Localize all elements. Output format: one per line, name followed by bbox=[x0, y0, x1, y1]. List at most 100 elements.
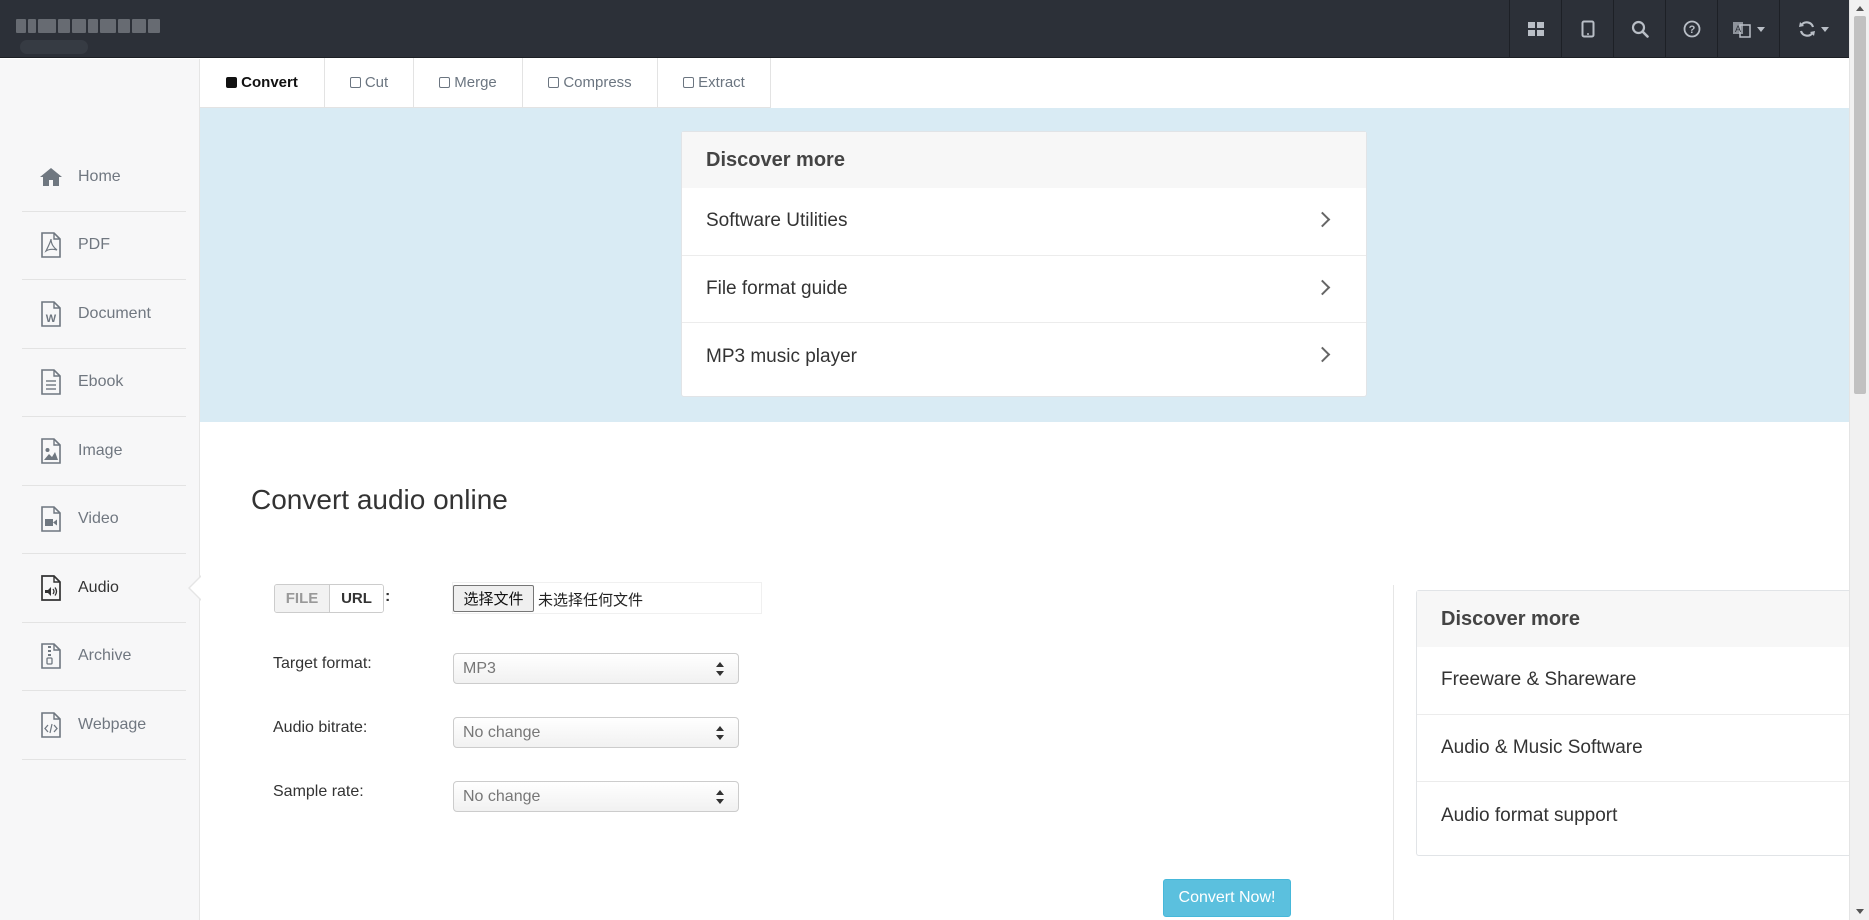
sidebar-item-ebook[interactable]: Ebook bbox=[22, 349, 186, 417]
sidebar-item-label: Video bbox=[78, 510, 119, 528]
select-arrows-icon bbox=[716, 662, 724, 676]
convert-now-button[interactable]: Convert Now! bbox=[1163, 879, 1291, 917]
video-file-icon bbox=[38, 506, 64, 533]
logo-shadow bbox=[20, 40, 88, 54]
sidebar-item-label: PDF bbox=[78, 236, 110, 254]
scroll-down-arrow-icon[interactable] bbox=[1856, 909, 1864, 914]
discover-link[interactable]: Freeware & Shareware bbox=[1417, 647, 1856, 715]
discover-link[interactable]: Audio format support bbox=[1417, 782, 1856, 850]
help-icon[interactable]: ? bbox=[1665, 0, 1717, 58]
svg-text:A: A bbox=[1735, 24, 1741, 34]
svg-text:W: W bbox=[46, 313, 57, 325]
sidebar-item-label: Ebook bbox=[78, 373, 124, 391]
select-value: No change bbox=[463, 723, 541, 741]
tab-convert[interactable]: Convert bbox=[200, 58, 325, 107]
audio-bitrate-label: Audio bitrate: bbox=[273, 719, 368, 736]
tablet-icon[interactable] bbox=[1561, 0, 1613, 58]
select-arrows-icon bbox=[716, 790, 724, 804]
discover-heading: Discover more bbox=[1417, 591, 1856, 647]
scroll-thumb[interactable] bbox=[1854, 16, 1866, 394]
ebook-file-icon bbox=[38, 369, 64, 396]
sidebar-item-audio[interactable]: Audio bbox=[22, 554, 202, 623]
sidebar-item-label: Archive bbox=[78, 647, 132, 665]
language-icon[interactable]: A bbox=[1717, 0, 1779, 58]
audio-bitrate-select[interactable]: No change bbox=[453, 717, 739, 748]
checkbox-icon bbox=[683, 77, 695, 88]
sidebar-item-video[interactable]: Video bbox=[22, 486, 186, 554]
discover-link[interactable]: MP3 music player bbox=[682, 323, 1366, 391]
column-divider bbox=[1393, 585, 1394, 920]
checkbox-icon bbox=[349, 77, 361, 88]
sample-rate-select[interactable]: No change bbox=[453, 781, 739, 812]
sidebar-item-image[interactable]: Image bbox=[22, 417, 186, 486]
chevron-right-icon bbox=[1314, 211, 1331, 228]
discover-link-label: Freeware & Shareware bbox=[1441, 669, 1637, 691]
discover-heading: Discover more bbox=[682, 132, 1366, 188]
archive-file-icon bbox=[38, 643, 64, 670]
home-icon bbox=[38, 164, 64, 190]
discover-link[interactable]: Software Utilities bbox=[682, 188, 1366, 256]
tab-cut[interactable]: Cut bbox=[325, 58, 414, 107]
pdf-file-icon bbox=[38, 232, 64, 259]
tool-tabs: Convert Cut Merge Compress Extract bbox=[200, 58, 771, 108]
sidebar-item-label: Image bbox=[78, 441, 123, 459]
select-arrows-icon bbox=[716, 726, 724, 740]
sidebar-item-label: Webpage bbox=[78, 715, 147, 733]
sidebar-item-home[interactable]: Home bbox=[22, 143, 186, 212]
site-logo[interactable] bbox=[16, 19, 176, 39]
page-scrollbar[interactable] bbox=[1849, 0, 1869, 920]
discover-link-label: Audio format support bbox=[1441, 804, 1618, 826]
top-navbar: ? A bbox=[0, 0, 1869, 58]
tab-label: Extract bbox=[698, 74, 745, 91]
tab-label: Merge bbox=[454, 74, 497, 91]
sidebar-item-label: Document bbox=[78, 304, 151, 322]
sidebar-item-label: Home bbox=[78, 167, 121, 185]
target-format-select[interactable]: MP3 bbox=[453, 653, 739, 684]
discover-link-label: Software Utilities bbox=[706, 210, 848, 232]
target-format-label: Target format: bbox=[273, 655, 372, 672]
sample-rate-label: Sample rate: bbox=[273, 783, 364, 800]
source-colon: : bbox=[385, 588, 391, 605]
tab-compress[interactable]: Compress bbox=[523, 58, 658, 107]
discover-link-label: MP3 music player bbox=[706, 345, 857, 367]
checkbox-icon bbox=[226, 77, 238, 88]
grid-icon[interactable] bbox=[1509, 0, 1561, 58]
image-file-icon bbox=[38, 437, 64, 464]
sidebar-item-document[interactable]: W Document bbox=[22, 280, 186, 349]
active-indicator bbox=[190, 576, 202, 600]
sidebar-item-webpage[interactable]: Webpage bbox=[22, 691, 186, 760]
discover-link[interactable]: Audio & Music Software bbox=[1417, 715, 1856, 782]
word-file-icon: W bbox=[38, 300, 64, 327]
source-toggle: FILE URL bbox=[274, 584, 384, 613]
sidebar: Home PDF W Document Ebook Image Video Au… bbox=[0, 59, 202, 920]
sidebar-item-pdf[interactable]: PDF bbox=[22, 212, 186, 280]
select-value: MP3 bbox=[463, 659, 496, 677]
tab-label: Cut bbox=[364, 74, 389, 91]
discover-link[interactable]: File format guide bbox=[682, 256, 1366, 323]
chevron-right-icon bbox=[1314, 279, 1331, 295]
file-source-button[interactable]: FILE bbox=[275, 585, 330, 612]
tab-merge[interactable]: Merge bbox=[414, 58, 523, 107]
url-source-button[interactable]: URL bbox=[330, 585, 383, 612]
choose-file-button[interactable]: 选择文件 bbox=[453, 585, 534, 612]
audio-file-icon bbox=[38, 574, 64, 601]
svg-text:?: ? bbox=[1688, 24, 1695, 36]
page-title: Convert audio online bbox=[251, 484, 508, 515]
chevron-right-icon bbox=[1314, 346, 1331, 363]
scroll-up-arrow-icon[interactable] bbox=[1856, 6, 1864, 11]
tab-label: Convert bbox=[241, 74, 298, 91]
search-icon[interactable] bbox=[1613, 0, 1665, 58]
discover-link-label: Audio & Music Software bbox=[1441, 736, 1643, 758]
discover-card-top: Discover more Software Utilities File fo… bbox=[681, 131, 1367, 397]
checkbox-icon bbox=[548, 77, 560, 88]
sidebar-item-label: Audio bbox=[78, 578, 119, 596]
select-value: No change bbox=[463, 787, 541, 805]
checkbox-icon bbox=[439, 77, 451, 88]
refresh-icon[interactable] bbox=[1779, 0, 1847, 58]
discover-card-side: Discover more Freeware & Shareware Audio… bbox=[1416, 590, 1856, 856]
discover-link-label: File format guide bbox=[706, 277, 848, 299]
sidebar-item-archive[interactable]: Archive bbox=[22, 623, 186, 691]
tab-extract[interactable]: Extract bbox=[658, 58, 771, 107]
tab-label: Compress bbox=[563, 74, 632, 91]
code-file-icon bbox=[38, 711, 64, 738]
